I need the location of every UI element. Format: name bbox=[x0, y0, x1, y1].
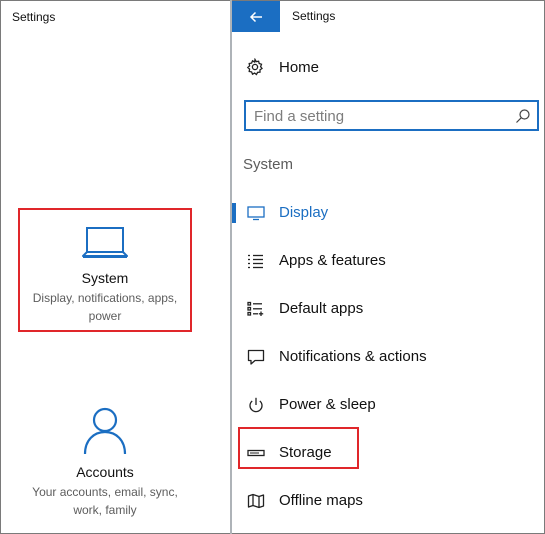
settings-system-window: Settings Home System Display bbox=[232, 1, 544, 533]
category-system-tile[interactable]: System Display, notifications, apps, pow… bbox=[18, 208, 192, 332]
back-button[interactable] bbox=[232, 1, 280, 32]
person-icon bbox=[83, 407, 127, 455]
category-accounts-tile[interactable]: Accounts Your accounts, email, sync, wor… bbox=[18, 406, 192, 526]
nav-item-apps-features[interactable]: Apps & features bbox=[232, 241, 544, 281]
settings-home-window: Settings System Display, notifications, … bbox=[1, 1, 230, 533]
notifications-icon bbox=[247, 349, 265, 365]
power-icon bbox=[249, 397, 263, 413]
nav-label: Power & sleep bbox=[279, 396, 376, 413]
window-title: Settings bbox=[12, 10, 56, 24]
nav-label: Default apps bbox=[279, 300, 364, 317]
category-title: Accounts bbox=[76, 464, 134, 480]
category-description: Your accounts, email, sync, work, family bbox=[32, 485, 178, 517]
nav-item-default-apps[interactable]: Default apps bbox=[232, 289, 544, 329]
nav-label: Storage bbox=[279, 444, 332, 461]
search-box[interactable] bbox=[244, 100, 539, 131]
search-input[interactable] bbox=[254, 106, 504, 126]
default-apps-icon bbox=[247, 301, 264, 316]
map-icon bbox=[247, 493, 265, 509]
display-icon bbox=[247, 206, 265, 221]
nav-item-power-sleep[interactable]: Power & sleep bbox=[232, 385, 544, 425]
home-label: Home bbox=[279, 58, 320, 76]
home-nav-item[interactable]: Home bbox=[246, 58, 319, 76]
nav-label: Display bbox=[279, 204, 329, 221]
title-bar: Settings bbox=[232, 1, 544, 32]
nav-item-storage[interactable]: Storage bbox=[232, 433, 544, 473]
search-icon[interactable] bbox=[515, 108, 531, 124]
active-indicator bbox=[232, 203, 236, 223]
nav-item-display[interactable]: Display bbox=[232, 193, 544, 233]
category-description: Display, notifications, apps, power bbox=[32, 291, 178, 323]
storage-icon bbox=[247, 449, 265, 457]
category-title: System bbox=[81, 270, 129, 286]
laptop-icon bbox=[82, 227, 128, 258]
apps-list-icon bbox=[248, 254, 263, 269]
nav-label: Offline maps bbox=[279, 492, 363, 509]
gear-icon bbox=[246, 58, 263, 76]
back-arrow-icon bbox=[249, 11, 262, 22]
nav-label: Apps & features bbox=[279, 252, 386, 269]
nav-label: Notifications & actions bbox=[279, 348, 427, 365]
section-heading: System bbox=[243, 156, 294, 173]
window-title: Settings bbox=[292, 9, 336, 23]
nav-item-offline-maps[interactable]: Offline maps bbox=[232, 481, 544, 521]
nav-item-notifications-actions[interactable]: Notifications & actions bbox=[232, 337, 544, 377]
